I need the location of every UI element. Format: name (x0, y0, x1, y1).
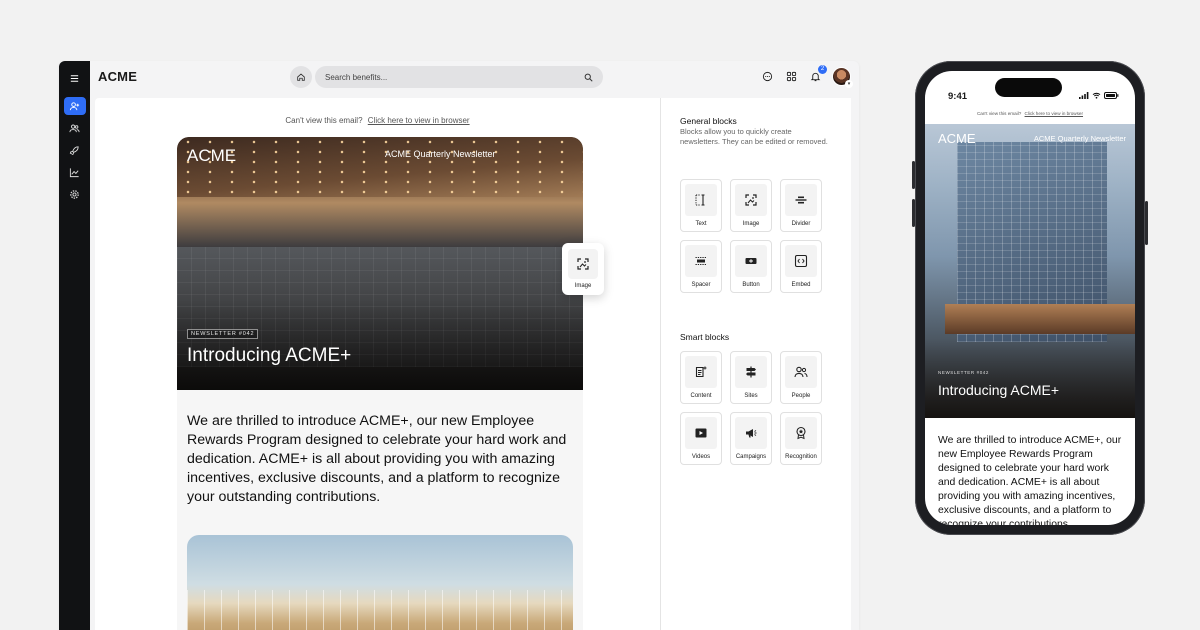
block-people[interactable]: People (780, 351, 822, 404)
block-button[interactable]: Button (730, 240, 772, 293)
general-blocks-title: General blocks (680, 116, 737, 126)
home-icon (297, 73, 305, 81)
home-button[interactable] (290, 66, 312, 88)
block-videos[interactable]: Videos (680, 412, 722, 465)
block-campaigns[interactable]: Campaigns (730, 412, 772, 465)
phone-view-in-browser-link[interactable]: Click here to view in browser (1025, 111, 1083, 116)
block-content[interactable]: Content (680, 351, 722, 404)
battery-icon (1104, 92, 1119, 99)
block-sites[interactable]: Sites (730, 351, 772, 404)
divider-icon (795, 196, 807, 204)
phone-status-bar: 9:41 (925, 71, 1135, 111)
blocks-panel: General blocks Blocks allow you to quick… (660, 98, 851, 630)
search-icon[interactable] (584, 73, 593, 82)
dragging-image-block[interactable]: Image (562, 243, 604, 295)
left-rail (59, 61, 90, 630)
status-time: 9:41 (948, 91, 968, 102)
status-icons (1079, 92, 1119, 99)
spacer-icon (695, 257, 707, 265)
intro-text-block[interactable]: We are thrilled to introduce ACME+, our … (187, 412, 579, 507)
people-icon (794, 366, 808, 378)
general-blocks-grid: Text Image Divider Spacer Button Embed (680, 179, 822, 293)
phone-view-in-browser-line: Can't view this email? Click here to vie… (925, 111, 1135, 116)
phone-hero-headline: Introducing ACME+ (938, 382, 1060, 398)
phone-intro-text: We are thrilled to introduce ACME+, our … (938, 435, 1122, 525)
embed-code-icon (794, 254, 808, 268)
newsletter-card: ACME ACME Quarterly Newsletter NEWSLETTE… (177, 137, 583, 630)
add-user-icon[interactable] (63, 97, 86, 115)
signal-icon (1079, 92, 1089, 99)
phone-side-button (912, 161, 915, 189)
rocket-icon[interactable] (64, 141, 86, 159)
dynamic-island (995, 78, 1062, 97)
view-in-browser-link[interactable]: Click here to view in browser (368, 116, 470, 125)
chart-icon[interactable] (64, 163, 86, 181)
phone-view-prompt: Can't view this email? (976, 111, 1022, 116)
notification-badge: 2 (818, 64, 827, 74)
image-icon (745, 194, 757, 206)
block-text[interactable]: Text (680, 179, 722, 232)
block-image[interactable]: Image (730, 179, 772, 232)
hero-photo-lights (177, 137, 583, 197)
phone-hero-shade (925, 338, 1135, 418)
hero-brand: ACME (187, 146, 237, 165)
phone-hero-brand: ACME (938, 131, 976, 146)
phone-side-button (1145, 201, 1148, 245)
settings-icon[interactable] (64, 185, 86, 203)
chat-icon[interactable] (760, 70, 774, 84)
chevron-down-icon: ▾ (845, 80, 853, 88)
hero-headline: Introducing ACME+ (187, 345, 352, 366)
block-spacer[interactable]: Spacer (680, 240, 722, 293)
smart-blocks-title: Smart blocks (680, 332, 730, 342)
wind-turbines (187, 590, 573, 630)
menu-icon[interactable] (64, 69, 86, 87)
email-canvas: Can't view this email? Click here to vie… (95, 98, 660, 630)
block-recognition[interactable]: Recognition (780, 412, 822, 465)
button-icon (745, 258, 757, 264)
view-prompt: Can't view this email? (285, 116, 363, 125)
content-add-icon (695, 366, 707, 378)
phone-hero-newsletter-title: ACME Quarterly Newsletter (1033, 134, 1126, 143)
apps-grid-icon[interactable] (784, 70, 798, 84)
users-icon[interactable] (64, 119, 86, 137)
search-bar[interactable] (315, 66, 603, 88)
text-cursor-icon (695, 194, 705, 206)
megaphone-icon (746, 429, 757, 438)
smart-blocks-grid: Content Sites People Videos Campaigns Re… (680, 351, 822, 465)
app-logo: ACME (98, 69, 138, 84)
user-avatar[interactable]: ▾ (832, 67, 853, 88)
newsletter-editor-window: ACME 2 ▾ Can't view this emai (59, 61, 859, 630)
dragging-block-label: Image (574, 283, 592, 289)
phone-hero-ledge (945, 304, 1135, 334)
top-bar-actions: 2 ▾ (760, 64, 853, 88)
newsletter-tag: NEWSLETTER #042 (187, 329, 259, 339)
signpost-icon (746, 366, 756, 378)
wind-farm-image-block[interactable] (187, 535, 573, 630)
hero-newsletter-title: ACME Quarterly Newsletter (385, 149, 496, 159)
view-in-browser-line: Can't view this email? Click here to vie… (95, 116, 660, 125)
phone-hero-image: ACME ACME Quarterly Newsletter NEWSLETTE… (925, 124, 1135, 418)
phone-screen: 9:41 Can't view this email? Click here t… (925, 71, 1135, 525)
top-bar: ACME 2 ▾ (90, 61, 859, 94)
phone-preview: 9:41 Can't view this email? Click here t… (912, 61, 1148, 535)
search-input[interactable] (325, 72, 584, 82)
block-embed[interactable]: Embed (780, 240, 822, 293)
video-play-icon (695, 428, 707, 438)
phone-newsletter-tag: NEWSLETTER #042 (938, 370, 990, 375)
image-block-icon (568, 249, 598, 279)
block-divider[interactable]: Divider (780, 179, 822, 232)
hero-image-block[interactable]: ACME ACME Quarterly Newsletter NEWSLETTE… (177, 137, 583, 390)
phone-side-button (912, 199, 915, 227)
general-blocks-description: Blocks allow you to quickly create newsl… (680, 127, 828, 146)
notifications-bell-icon[interactable]: 2 (808, 64, 827, 84)
award-ribbon-icon (796, 426, 806, 440)
wifi-icon (1092, 92, 1101, 99)
